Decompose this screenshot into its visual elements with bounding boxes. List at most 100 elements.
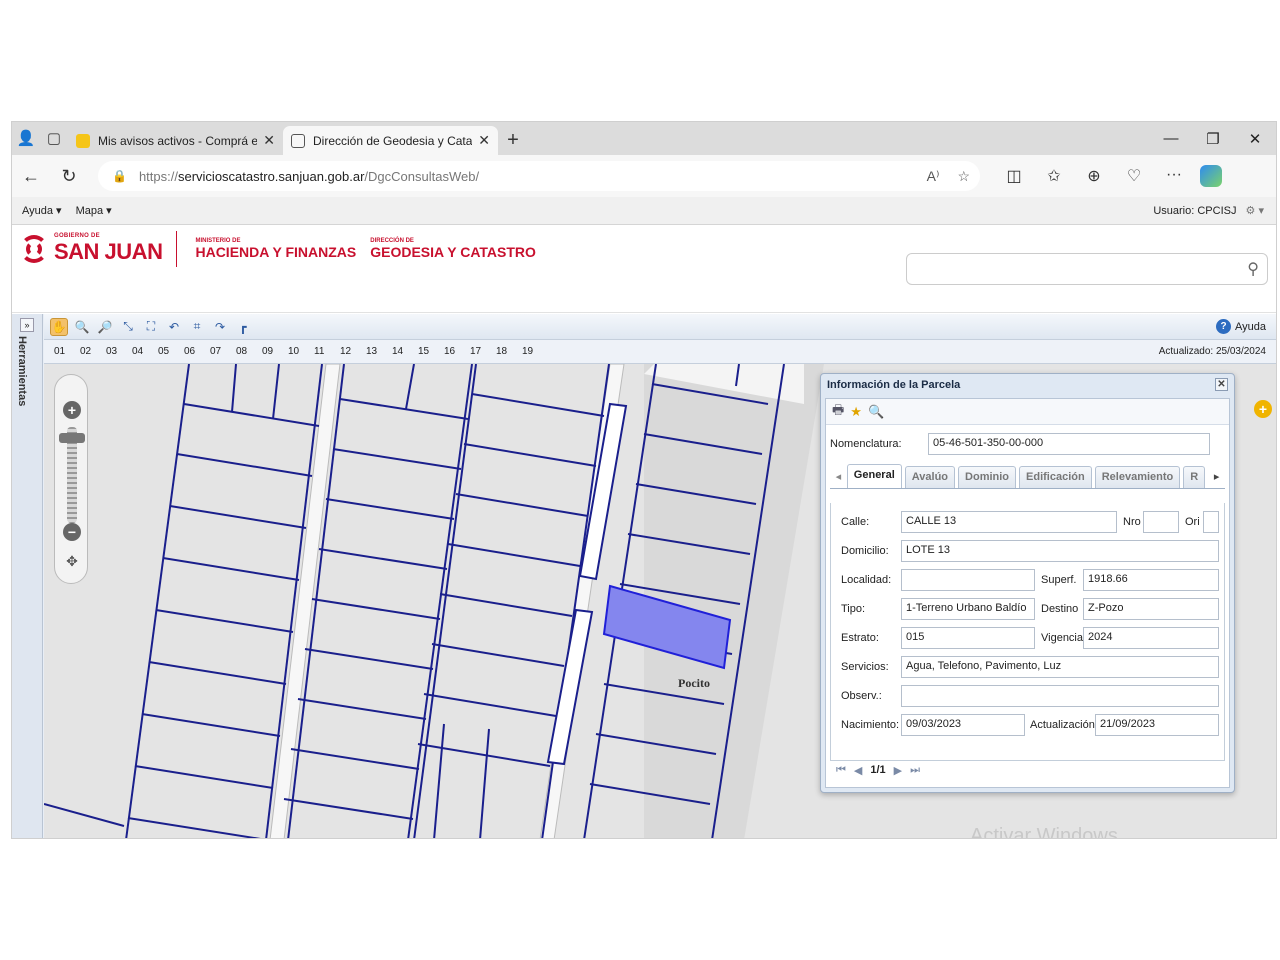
collections-icon[interactable]: ⊕: [1074, 166, 1114, 186]
ori-field[interactable]: [1203, 511, 1219, 533]
tab-dominio[interactable]: Dominio: [958, 466, 1017, 488]
layer-number[interactable]: 15: [418, 346, 444, 357]
zoom-out-button[interactable]: −: [63, 523, 81, 541]
close-tab-icon[interactable]: ✕: [263, 132, 275, 149]
back-icon[interactable]: ←: [12, 160, 50, 192]
redo-icon[interactable]: ↷: [211, 318, 229, 336]
help-icon: ?: [1216, 319, 1231, 334]
read-aloud-icon[interactable]: A⁾: [927, 168, 940, 185]
layer-number[interactable]: 19: [522, 346, 548, 357]
first-page-icon[interactable]: ⏮: [836, 764, 846, 777]
help-button[interactable]: ? Ayuda: [1216, 319, 1266, 334]
more-icon[interactable]: ···: [1154, 166, 1194, 186]
close-panel-icon[interactable]: ✕: [1215, 378, 1228, 391]
superf-field[interactable]: 1918.66: [1083, 569, 1219, 591]
favorite-star-icon[interactable]: ☆: [957, 168, 970, 185]
tab-mis-avisos[interactable]: Mis avisos activos - Comprá en S ✕: [68, 126, 283, 155]
full-extent-icon[interactable]: ⛶: [142, 318, 160, 336]
estrato-label: Estrato:: [841, 632, 879, 644]
next-page-icon[interactable]: ▶: [894, 764, 902, 777]
url-path: /DgcConsultasWeb/: [364, 168, 480, 184]
menu-mapa[interactable]: Mapa ▾: [76, 204, 112, 217]
layer-number[interactable]: 11: [314, 346, 340, 357]
favorite-star-icon[interactable]: ★: [850, 404, 862, 420]
layer-number[interactable]: 05: [158, 346, 184, 357]
refresh-icon[interactable]: ↻: [50, 160, 88, 192]
estrato-field[interactable]: 015: [901, 627, 1035, 649]
zoom-control[interactable]: + − ✥: [54, 374, 88, 584]
tab-scroll-left-icon[interactable]: ◂: [830, 466, 847, 488]
close-tab-icon[interactable]: ✕: [478, 132, 490, 149]
last-page-icon[interactable]: ⏭: [910, 764, 920, 777]
locate-zoom-icon[interactable]: 🔍: [868, 404, 884, 420]
user-menu[interactable]: Usuario: CPCISJ ⚙ ▾: [1153, 204, 1264, 217]
address-bar[interactable]: 🔒 https://servicioscatastro.sanjuan.gob.…: [98, 161, 980, 191]
pan-hand-icon[interactable]: ✋: [50, 317, 68, 336]
tab-general[interactable]: General: [846, 464, 902, 488]
menu-ayuda[interactable]: Ayuda ▾: [22, 204, 62, 217]
print-icon[interactable]: 🖶: [832, 401, 844, 423]
localidad-field[interactable]: [901, 569, 1035, 591]
new-tab-button[interactable]: +: [498, 126, 528, 154]
split-screen-icon[interactable]: ◫: [994, 166, 1034, 186]
nomenclatura-field[interactable]: 05-46-501-350-00-000: [928, 433, 1210, 455]
layer-number[interactable]: 12: [340, 346, 366, 357]
close-window-icon[interactable]: ✕: [1234, 122, 1276, 155]
calle-field[interactable]: CALLE 13: [901, 511, 1117, 533]
tipo-field[interactable]: 1-Terreno Urbano Baldío: [901, 598, 1035, 620]
observ-field[interactable]: [901, 685, 1219, 707]
tab-relevamiento[interactable]: Relevamiento: [1094, 466, 1181, 488]
minimize-icon[interactable]: —: [1150, 122, 1192, 155]
tab-geodesia[interactable]: Dirección de Geodesia y Catastro ✕: [283, 126, 498, 155]
layer-number[interactable]: 02: [80, 346, 106, 357]
prev-page-icon[interactable]: ◀: [854, 764, 862, 777]
layer-number[interactable]: 01: [54, 346, 80, 357]
zoom-in-button[interactable]: +: [63, 401, 81, 419]
zoom-slider-knob[interactable]: [59, 433, 85, 443]
layer-number[interactable]: 09: [262, 346, 288, 357]
layer-number[interactable]: 04: [132, 346, 158, 357]
undo-icon[interactable]: ↶: [165, 318, 183, 336]
vigencia-field[interactable]: 2024: [1083, 627, 1219, 649]
actualizacion-field[interactable]: 21/09/2023: [1095, 714, 1219, 736]
zoom-out-icon[interactable]: 🔎: [96, 318, 114, 336]
domicilio-field[interactable]: LOTE 13: [901, 540, 1219, 562]
layer-number[interactable]: 14: [392, 346, 418, 357]
expand-panel-icon[interactable]: »: [20, 318, 34, 332]
sidepanel-label[interactable]: Herramientas: [16, 336, 28, 406]
nacimiento-field[interactable]: 09/03/2023: [901, 714, 1025, 736]
search-icon[interactable]: ⚲: [1247, 259, 1259, 279]
nro-field[interactable]: [1143, 511, 1179, 533]
pan-arrows-icon[interactable]: ✥: [58, 547, 86, 575]
layer-number[interactable]: 17: [470, 346, 496, 357]
profile-icon[interactable]: 👤: [12, 124, 40, 152]
browser-essentials-icon[interactable]: ♡: [1114, 166, 1154, 186]
zoom-extent-icon[interactable]: ⤡: [119, 318, 137, 336]
servicios-field[interactable]: Agua, Telefono, Pavimento, Luz: [901, 656, 1219, 678]
destino-field[interactable]: Z-Pozo: [1083, 598, 1219, 620]
tab-scroll-right-icon[interactable]: ▸: [1208, 466, 1225, 488]
search-input[interactable]: ⚲: [906, 253, 1268, 285]
tab-r[interactable]: R: [1183, 466, 1206, 488]
layer-number[interactable]: 13: [366, 346, 392, 357]
layer-number[interactable]: 08: [236, 346, 262, 357]
layer-number[interactable]: 03: [106, 346, 132, 357]
copilot-icon[interactable]: [1200, 165, 1222, 187]
layer-number[interactable]: 06: [184, 346, 210, 357]
zoom-in-icon[interactable]: 🔍: [73, 318, 91, 336]
add-layer-icon[interactable]: +: [1254, 400, 1272, 418]
measure-icon[interactable]: ┏: [234, 318, 252, 336]
layer-number[interactable]: 07: [210, 346, 236, 357]
restore-icon[interactable]: ❐: [1192, 122, 1234, 155]
layer-number[interactable]: 10: [288, 346, 314, 357]
layer-number[interactable]: 18: [496, 346, 522, 357]
tab-avaluo[interactable]: Avalúo: [904, 466, 956, 488]
nacimiento-label: Nacimiento:: [841, 719, 900, 731]
tab-edificacion[interactable]: Edificación: [1019, 466, 1092, 488]
tab-actions-icon[interactable]: ▢: [40, 124, 68, 152]
select-box-icon[interactable]: ⌗: [188, 318, 206, 336]
favorites-icon[interactable]: ✩: [1034, 166, 1074, 186]
app-menubar: Ayuda ▾ Mapa ▾ Usuario: CPCISJ ⚙ ▾: [12, 197, 1276, 225]
layer-number[interactable]: 16: [444, 346, 470, 357]
panel-tabs: ◂ General Avalúo Dominio Edificación Rel…: [830, 464, 1225, 489]
